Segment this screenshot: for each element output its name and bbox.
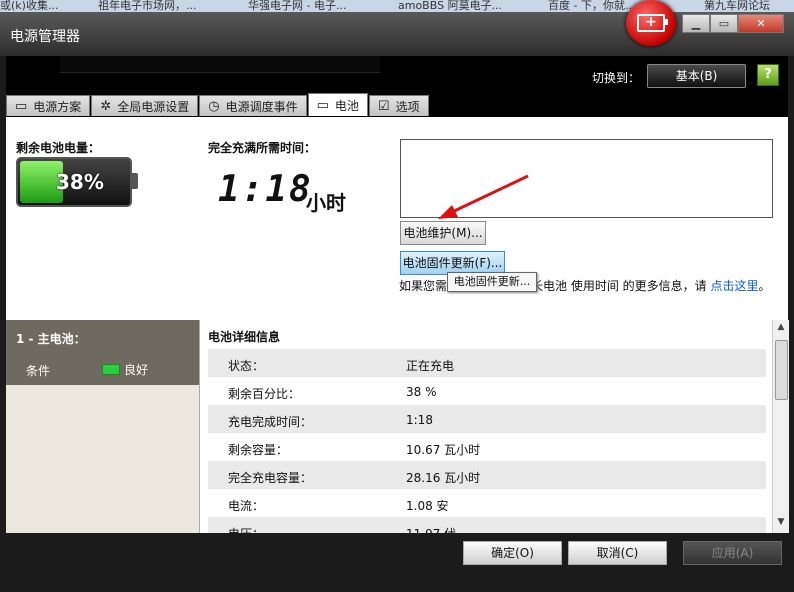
description-end: 。 bbox=[758, 279, 771, 293]
row-value: 1:18 bbox=[406, 413, 433, 427]
browser-tab[interactable]: 华强电子网 - 电子... bbox=[248, 0, 346, 12]
row-value: 11.97 伏 bbox=[406, 525, 456, 533]
basic-mode-button[interactable]: 基本(B) bbox=[647, 64, 746, 88]
browser-tab[interactable]: 百度 - 下，你就... bbox=[548, 0, 635, 12]
checkbox-icon: ☑ bbox=[377, 98, 390, 114]
maximize-button[interactable]: ▭ bbox=[710, 14, 738, 33]
scroll-thumb[interactable] bbox=[775, 340, 788, 400]
battery-name: 1 - 主电池： bbox=[16, 332, 86, 346]
table-row: 剩余容量： 10.67 瓦小时 bbox=[208, 433, 766, 461]
row-key: 电流： bbox=[228, 499, 265, 513]
cancel-button[interactable]: 取消(C) bbox=[568, 541, 667, 565]
ok-button[interactable]: 确定(O) bbox=[463, 541, 562, 565]
tab-power-plans[interactable]: ▭ 电源方案 bbox=[6, 95, 91, 116]
tab-battery[interactable]: ▭ 电池 bbox=[307, 93, 368, 116]
tab-label: 选项 bbox=[395, 99, 420, 114]
header-decoration bbox=[60, 56, 380, 73]
row-key: 剩余容量： bbox=[228, 443, 289, 457]
row-key: 剩余百分比： bbox=[228, 387, 301, 401]
battery-list-item-main[interactable]: 1 - 主电池： 条件 良好 bbox=[6, 320, 199, 385]
battery-gauge: 38% bbox=[16, 157, 138, 207]
battery-maintenance-button[interactable]: 电池维护(M)... bbox=[400, 221, 486, 245]
battery-icon: ▭ bbox=[316, 97, 329, 113]
minimize-button[interactable]: ▁ bbox=[682, 14, 710, 33]
tab-label: 电源方案 bbox=[33, 99, 82, 114]
battery-good-icon bbox=[102, 364, 120, 375]
table-row: 电流： 1.08 安 bbox=[208, 489, 766, 517]
firmware-tooltip: 电池固件更新... bbox=[447, 272, 537, 292]
battery-outline-icon: ▭ bbox=[15, 98, 28, 114]
row-key: 充电完成时间： bbox=[228, 415, 313, 429]
switch-to-label: 切换到： bbox=[592, 71, 641, 85]
gear-icon: ✲ bbox=[100, 98, 112, 114]
details-pane: 电池详细信息 状态： 正在充电 剩余百分比： 38 % 充电完成时间： 1:18 剩余… bbox=[200, 320, 772, 533]
row-value: 1.08 安 bbox=[406, 499, 449, 513]
browser-tab[interactable]: 或(k)收集... bbox=[0, 0, 58, 12]
title-bar: 电源管理器 + ▁ ▭ ✕ bbox=[0, 0, 794, 56]
apply-button[interactable]: 应用(A) bbox=[683, 541, 782, 565]
scroll-up-icon[interactable]: ▲ bbox=[773, 322, 789, 336]
help-icon[interactable]: ? bbox=[757, 64, 779, 86]
tab-bar: ▭ 电源方案 ✲ 全局电源设置 ◷ 电源调度事件 ▭ 电池 ☑ 选项 bbox=[6, 93, 430, 117]
click-here-link[interactable]: 点击这里 bbox=[710, 279, 758, 293]
power-manager-logo-icon: + bbox=[626, 0, 676, 46]
full-charge-time: 1:18 bbox=[218, 169, 313, 210]
condition-value: 良好 bbox=[124, 363, 149, 377]
tab-global-settings[interactable]: ✲ 全局电源设置 bbox=[91, 95, 199, 116]
close-button[interactable]: ✕ bbox=[738, 14, 784, 33]
battery-details-section: 1 - 主电池： 条件 良好 电池详细信息 状态： 正在充电 剩余百分比： 38 %… bbox=[6, 320, 789, 533]
red-arrow-annotation bbox=[438, 174, 529, 219]
hours-unit: 小时 bbox=[306, 191, 346, 215]
condition-label: 条件 bbox=[26, 364, 51, 378]
clock-icon: ◷ bbox=[208, 98, 220, 114]
row-value: 38 % bbox=[406, 385, 437, 399]
remaining-charge-label: 剩余电池电量： bbox=[16, 141, 101, 155]
details-title: 电池详细信息 bbox=[208, 330, 281, 344]
window-controls: ▁ ▭ ✕ bbox=[682, 14, 784, 33]
table-row: 剩余百分比： 38 % bbox=[208, 377, 766, 405]
condition-status: 良好 bbox=[102, 361, 148, 378]
tab-label: 电池 bbox=[334, 98, 359, 113]
battery-terminal bbox=[132, 173, 138, 189]
dialog-footer: 确定(O) 取消(C) 应用(A) bbox=[0, 533, 794, 592]
browser-tab[interactable]: 祖年电子市场网，... bbox=[98, 0, 197, 12]
row-key: 状态： bbox=[228, 359, 265, 373]
battery-percent: 38% bbox=[56, 170, 104, 194]
table-row: 完全充电容量： 28.16 瓦小时 bbox=[208, 461, 766, 489]
window-title: 电源管理器 bbox=[10, 29, 80, 45]
tab-label: 全局电源设置 bbox=[117, 99, 190, 114]
row-key: 电压： bbox=[228, 525, 264, 533]
tab-label: 电源调度事件 bbox=[225, 99, 298, 114]
table-row: 电压： 11.97 伏 bbox=[208, 517, 766, 533]
row-value: 正在充电 bbox=[406, 359, 455, 373]
battery-panel: 剩余电池电量： 38% 完全充满所需时间： 1:18 小时 电池维护(M)...… bbox=[6, 117, 788, 320]
details-scrollbar[interactable]: ▲ ▼ bbox=[772, 320, 789, 533]
scroll-down-icon[interactable]: ▼ bbox=[773, 517, 789, 531]
tab-scheduled-events[interactable]: ◷ 电源调度事件 bbox=[199, 95, 307, 116]
tab-options[interactable]: ☑ 选项 bbox=[368, 95, 429, 116]
full-charge-time-label: 完全充满所需时间： bbox=[208, 141, 317, 155]
row-key: 完全充电容量： bbox=[228, 471, 313, 485]
table-row: 状态： 正在充电 bbox=[208, 349, 766, 377]
row-value: 10.67 瓦小时 bbox=[406, 443, 481, 457]
row-value: 28.16 瓦小时 bbox=[406, 471, 481, 485]
description-text: 如果您需了解关于如何延长电池 使用时间 的更多信息，请 bbox=[399, 279, 711, 293]
battery-list: 1 - 主电池： 条件 良好 bbox=[6, 320, 200, 533]
browser-tab[interactable]: 第九车网论坛 bbox=[704, 0, 770, 12]
browser-tab-strip: 或(k)收集... 祖年电子市场网，... 华强电子网 - 电子... amoB… bbox=[0, 0, 794, 12]
browser-tab[interactable]: amoBBS 阿莫电子... bbox=[398, 0, 502, 12]
table-row: 充电完成时间： 1:18 bbox=[208, 405, 766, 433]
